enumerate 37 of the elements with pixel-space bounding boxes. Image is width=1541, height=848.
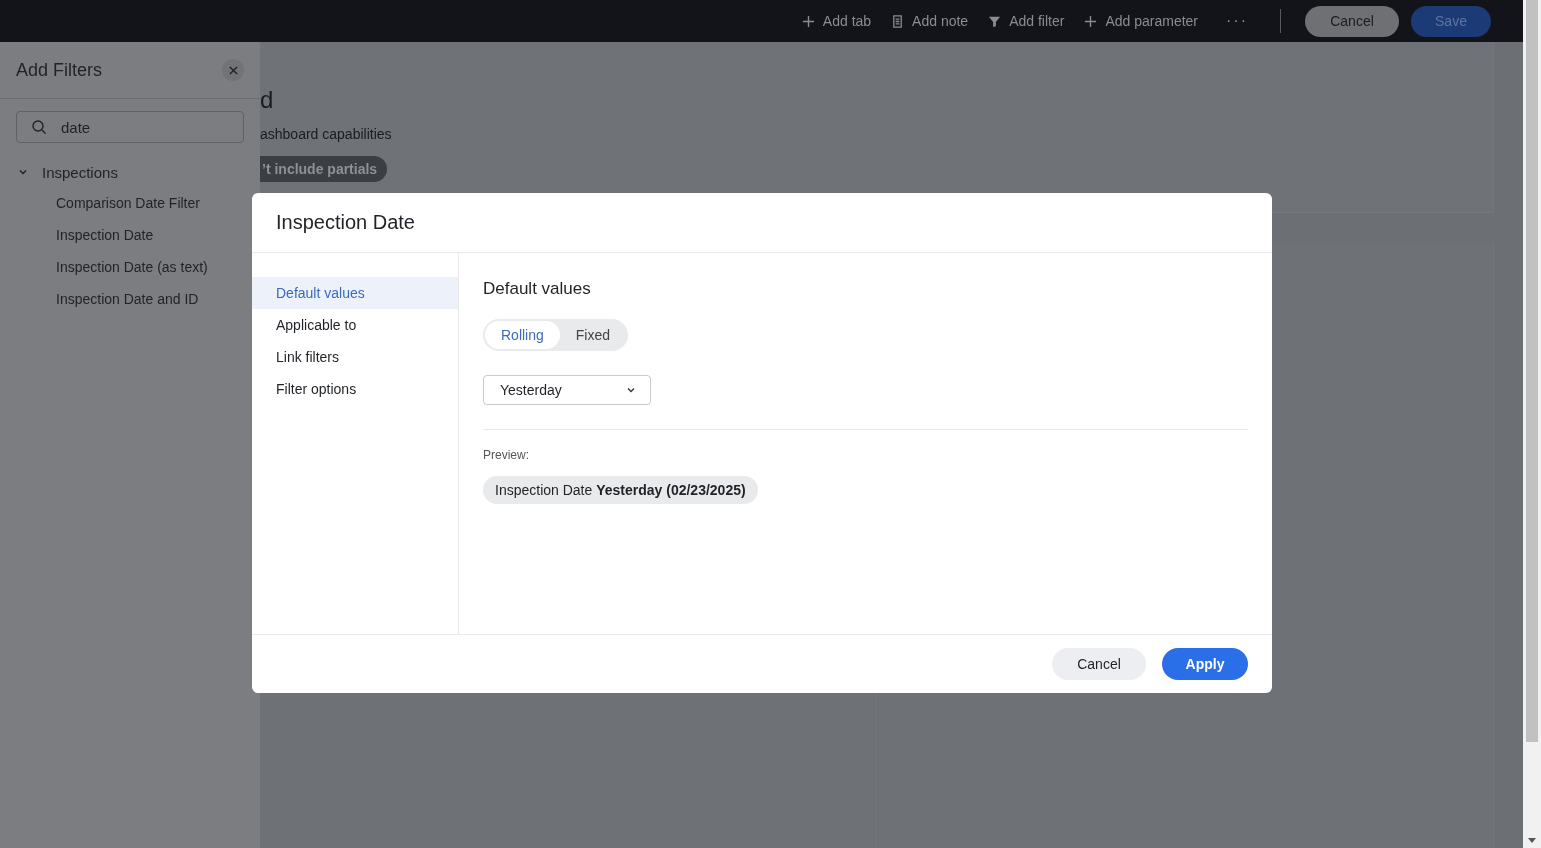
segment-option[interactable]: Fixed xyxy=(559,321,627,349)
search-field[interactable]: date xyxy=(16,111,244,143)
toolbar-button[interactable]: Add filter xyxy=(980,9,1073,33)
dashboard-description: ashboard capabilities xyxy=(260,126,392,142)
scrollbar-thumb[interactable] xyxy=(1526,0,1538,742)
scrollbar[interactable] xyxy=(1523,0,1541,848)
toolbar-button[interactable]: Add tab xyxy=(793,9,880,33)
close-icon xyxy=(228,65,238,75)
note-icon xyxy=(891,14,905,28)
more-button[interactable]: ··· xyxy=(1218,8,1256,34)
chevron-down-icon xyxy=(626,385,636,395)
close-button[interactable] xyxy=(222,59,244,81)
dialog-nav-item[interactable]: Filter options xyxy=(252,373,458,405)
section-title: Default values xyxy=(483,279,591,299)
dialog-title: Inspection Date xyxy=(276,211,415,234)
plus-icon xyxy=(801,14,815,28)
toolbar-button[interactable]: Add note xyxy=(883,9,977,33)
toolbar-button[interactable]: Add parameter xyxy=(1076,9,1206,33)
preview-label: Preview: xyxy=(483,448,529,462)
dialog-nav-item[interactable]: Link filters xyxy=(252,341,458,373)
plus-icon xyxy=(1084,14,1098,28)
panel-title: Add Filters xyxy=(16,59,103,81)
scroll-down-icon[interactable] xyxy=(1528,838,1536,844)
dialog-nav-item[interactable]: Applicable to xyxy=(252,309,458,341)
period-dropdown[interactable]: Yesterday xyxy=(483,375,651,405)
search-icon xyxy=(31,119,47,135)
segment-option[interactable]: Rolling xyxy=(485,321,560,349)
cancel-button[interactable]: Cancel xyxy=(1305,5,1399,37)
preview-chip: Inspection Date Yesterday (02/23/2025) xyxy=(483,476,758,504)
dialog-nav-item[interactable]: Default values xyxy=(252,277,458,309)
tree-group-label[interactable]: Inspections xyxy=(42,163,118,181)
apply-button[interactable]: Apply xyxy=(1162,648,1248,680)
dashboard-heading: d xyxy=(260,86,274,114)
cancel-button[interactable]: Cancel xyxy=(1052,648,1146,680)
caret-icon[interactable] xyxy=(18,167,28,177)
filter-icon xyxy=(988,14,1002,28)
info-chip: ’t include partials xyxy=(260,156,388,182)
